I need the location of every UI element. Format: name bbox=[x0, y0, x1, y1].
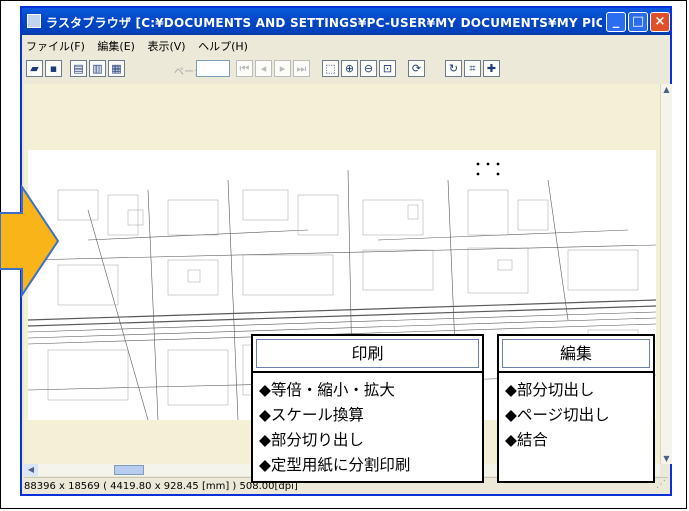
close-button[interactable]: × bbox=[650, 12, 670, 32]
scroll-thumb[interactable] bbox=[114, 465, 144, 475]
app-icon bbox=[27, 14, 41, 28]
open-icon[interactable]: ▰ bbox=[26, 60, 43, 77]
prev-page-icon[interactable]: ◂ bbox=[255, 60, 272, 77]
add-icon[interactable]: ✚ bbox=[483, 60, 500, 77]
print-item: ◆部分切り出し bbox=[259, 431, 364, 449]
edit-item: ◆ページ切出し bbox=[505, 406, 610, 424]
last-page-icon[interactable]: ⏭ bbox=[293, 60, 310, 77]
print-item: ◆定型用紙に分割印刷 bbox=[259, 456, 411, 474]
minimize-button[interactable]: _ bbox=[606, 12, 626, 32]
next-page-icon[interactable]: ▸ bbox=[274, 60, 291, 77]
maximize-button[interactable]: □ bbox=[628, 12, 648, 32]
toolbar: ▰ ▪ ▤ ▥ ▦ ページ ⏮ ◂ ▸ ⏭ ⬚ ⊕ ⊖ ⊡ ⟳ ↻ ⌗ ✚ bbox=[22, 56, 670, 82]
scroll-left-icon[interactable]: ◀ bbox=[24, 464, 38, 476]
rotate-page-icon[interactable]: ⟳ bbox=[408, 60, 425, 77]
zoom-in-icon[interactable]: ⊕ bbox=[341, 60, 358, 77]
resize-grip-icon[interactable]: ⋰ bbox=[656, 476, 666, 493]
print-preview-icon[interactable]: ▥ bbox=[89, 60, 106, 77]
scroll-down-icon[interactable]: ▼ bbox=[661, 453, 672, 464]
select-area-icon[interactable]: ⬚ bbox=[322, 60, 339, 77]
print-icon[interactable]: ▤ bbox=[70, 60, 87, 77]
edit-item: ◆部分切出し bbox=[505, 381, 595, 399]
edit-callout: 編集 ◆部分切出し ◆ページ切出し ◆結合 bbox=[497, 334, 655, 483]
first-page-icon[interactable]: ⏮ bbox=[236, 60, 253, 77]
print-callout: 印刷 ◆等倍・縮小・拡大 ◆スケール換算 ◆部分切り出し ◆定型用紙に分割印刷 bbox=[251, 334, 484, 483]
edit-callout-title: 編集 bbox=[502, 339, 650, 368]
crop-icon[interactable]: ⌗ bbox=[464, 60, 481, 77]
edit-callout-body: ◆部分切出し ◆ページ切出し ◆結合 bbox=[499, 373, 653, 453]
title-bar[interactable]: ラスタブラウザ [C:¥DOCUMENTS AND SETTINGS¥PC-US… bbox=[22, 8, 670, 35]
orange-arrow-icon bbox=[0, 185, 60, 297]
print-item: ◆スケール換算 bbox=[259, 406, 364, 424]
menu-edit[interactable]: 編集(E) bbox=[93, 36, 140, 54]
edit-callout-header: 編集 bbox=[499, 339, 653, 373]
page-number-input[interactable] bbox=[196, 60, 230, 77]
page-setup-icon[interactable]: ▦ bbox=[108, 60, 125, 77]
menu-file[interactable]: ファイル(F) bbox=[22, 36, 90, 54]
refresh-icon[interactable]: ↻ bbox=[445, 60, 462, 77]
print-callout-body: ◆等倍・縮小・拡大 ◆スケール換算 ◆部分切り出し ◆定型用紙に分割印刷 bbox=[253, 373, 482, 478]
print-item: ◆等倍・縮小・拡大 bbox=[259, 381, 395, 399]
edit-item: ◆結合 bbox=[505, 431, 548, 449]
vertical-scrollbar[interactable]: ▲ ▼ bbox=[660, 84, 672, 464]
menu-help[interactable]: ヘルプ(H) bbox=[194, 36, 253, 54]
print-callout-title: 印刷 bbox=[256, 339, 479, 368]
scroll-up-icon[interactable]: ▲ bbox=[661, 84, 672, 95]
menu-view[interactable]: 表示(V) bbox=[143, 36, 190, 54]
zoom-out-icon[interactable]: ⊖ bbox=[360, 60, 377, 77]
window-title: ラスタブラウザ [C:¥DOCUMENTS AND SETTINGS¥PC-US… bbox=[46, 16, 602, 30]
save-icon[interactable]: ▪ bbox=[45, 60, 62, 77]
print-callout-header: 印刷 bbox=[253, 339, 482, 373]
menu-bar: ファイル(F) 編集(E) 表示(V) ヘルプ(H) bbox=[22, 36, 670, 54]
zoom-fit-icon[interactable]: ⊡ bbox=[379, 60, 396, 77]
